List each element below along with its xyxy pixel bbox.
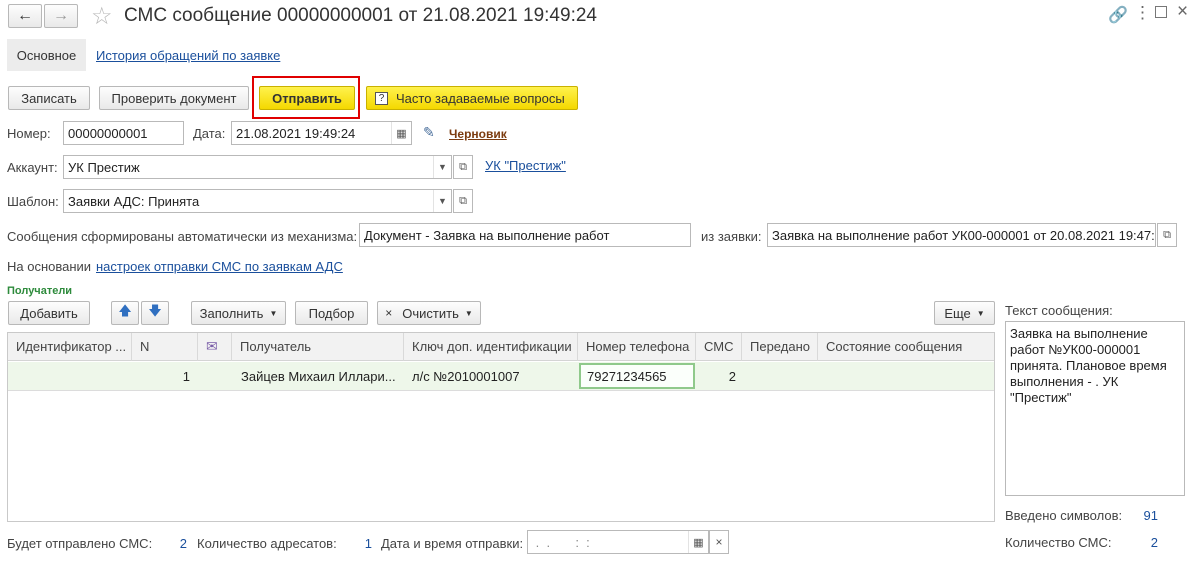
template-value: Заявки АДС: Принята: [68, 193, 200, 209]
check-document-button[interactable]: Проверить документ: [99, 86, 249, 110]
recipients-count-label: Количество адресатов:: [197, 536, 337, 551]
envelope-person-icon: ✉: [206, 338, 218, 354]
message-label: Текст сообщения:: [1005, 303, 1113, 318]
fill-button[interactable]: Заполнить ▼: [191, 301, 286, 325]
will-send-label: Будет отправлено СМС:: [7, 536, 153, 551]
chars-value: 91: [1143, 508, 1158, 523]
col-state[interactable]: Состояние сообщения: [818, 333, 994, 361]
send-datetime-field[interactable]: . . : : ▦: [527, 530, 709, 554]
auto-field: Документ - Заявка на выполнение работ: [359, 223, 691, 247]
row-key: л/с №2010001007: [412, 368, 520, 384]
chevron-down-icon[interactable]: ▼: [433, 156, 451, 178]
more-button[interactable]: Еще ▼: [934, 301, 995, 325]
row-sms: 2: [728, 368, 736, 384]
date-label: Дата:: [193, 126, 226, 141]
window-title: СМС сообщение 00000000001 от 21.08.2021 …: [124, 5, 597, 26]
col-n[interactable]: N: [132, 333, 198, 361]
account-open-button[interactable]: ⧉: [453, 155, 473, 179]
chevron-down-icon[interactable]: ▼: [433, 190, 451, 212]
row-n: 1: [182, 368, 190, 384]
more-menu-icon[interactable]: ⋮: [1134, 3, 1151, 23]
basis-link[interactable]: настроек отправки СМС по заявкам АДС: [96, 259, 343, 274]
arrow-left-icon: ←: [17, 7, 33, 24]
account-label: Аккаунт:: [7, 160, 58, 175]
basis-label: На основании: [7, 259, 92, 274]
open-form-icon: ⧉: [1163, 228, 1171, 241]
row-recipient: Зайцев Михаил Иллари...: [241, 368, 396, 384]
tab-main[interactable]: Основное: [7, 39, 86, 71]
col-sms[interactable]: СМС: [696, 333, 742, 361]
chevron-down-icon: ▼: [269, 308, 278, 318]
date-field[interactable]: 21.08.2021 19:49:24 ▦: [231, 121, 412, 145]
status-link[interactable]: Черновик: [449, 127, 507, 141]
date-value: 21.08.2021 19:49:24: [236, 125, 356, 141]
number-field[interactable]: 00000000001: [63, 121, 184, 145]
number-label: Номер:: [7, 126, 51, 141]
forward-button[interactable]: →: [44, 4, 78, 28]
auto-label: Сообщения сформированы автоматически из …: [7, 229, 358, 244]
send-datetime-label: Дата и время отправки:: [381, 536, 524, 551]
sms-count-value: 2: [1150, 535, 1158, 550]
will-send-value: 2: [179, 536, 187, 551]
chevron-down-icon: ▼: [464, 308, 473, 318]
move-down-button[interactable]: 🡇: [141, 301, 169, 325]
move-up-button[interactable]: 🡅: [111, 301, 139, 325]
recipients-title: Получатели: [7, 285, 73, 297]
faq-label: Часто задаваемые вопросы: [396, 90, 565, 106]
col-identifier[interactable]: Идентификатор ...: [8, 333, 132, 361]
from-request-field: Заявка на выполнение работ УК00-000001 о…: [767, 223, 1156, 247]
add-button[interactable]: Добавить: [8, 301, 90, 325]
chevron-down-icon: ▼: [976, 308, 985, 318]
template-field[interactable]: Заявки АДС: Принята ▼: [63, 189, 452, 213]
more-label: Еще: [944, 305, 971, 321]
col-icon[interactable]: ✉: [198, 333, 232, 361]
clear-button[interactable]: × Очистить ▼: [377, 301, 481, 325]
template-open-button[interactable]: ⧉: [453, 189, 473, 213]
col-recipient[interactable]: Получатель: [232, 333, 404, 361]
send-button[interactable]: Отправить: [259, 86, 355, 110]
clear-datetime-button[interactable]: ×: [709, 530, 729, 554]
link-icon[interactable]: 🔗: [1108, 5, 1128, 25]
close-icon[interactable]: ×: [1177, 1, 1188, 23]
recipients-count-value: 1: [364, 536, 372, 551]
favorite-star-icon[interactable]: ☆: [91, 2, 113, 31]
tab-history[interactable]: История обращений по заявке: [96, 48, 280, 63]
account-field[interactable]: УК Престиж ▼: [63, 155, 452, 179]
select-button[interactable]: Подбор: [295, 301, 368, 325]
chars-label: Введено символов:: [1005, 508, 1123, 523]
clear-x-icon: ×: [385, 306, 393, 320]
question-icon: ?: [375, 91, 388, 105]
close-icon: ×: [715, 535, 723, 549]
send-datetime-value: . . : :: [532, 534, 590, 550]
status-edit-icon: ✎: [423, 124, 435, 140]
maximize-icon[interactable]: [1155, 6, 1167, 18]
from-request-label: из заявки:: [701, 229, 762, 244]
calendar-icon[interactable]: ▦: [391, 122, 411, 144]
back-button[interactable]: ←: [8, 4, 42, 28]
arrow-down-icon: 🡇: [148, 303, 162, 318]
fill-label: Заполнить: [199, 305, 264, 321]
calendar-icon[interactable]: ▦: [688, 531, 708, 553]
arrow-up-icon: 🡅: [118, 303, 132, 318]
open-form-icon: ⧉: [459, 160, 467, 173]
template-label: Шаблон:: [7, 194, 59, 209]
request-open-button[interactable]: ⧉: [1157, 223, 1177, 247]
faq-button[interactable]: ? Часто задаваемые вопросы: [366, 86, 578, 110]
row-phone[interactable]: 79271234565: [579, 363, 695, 389]
account-value: УК Престиж: [68, 159, 140, 175]
save-button[interactable]: Записать: [8, 86, 90, 110]
open-form-icon: ⧉: [459, 194, 467, 207]
account-link[interactable]: УК "Престиж": [485, 158, 566, 173]
col-phone[interactable]: Номер телефона: [578, 333, 696, 361]
col-key[interactable]: Ключ доп. идентификации: [404, 333, 578, 361]
col-delivered[interactable]: Передано: [742, 333, 818, 361]
message-textarea[interactable]: Заявка на выполнение работ №УК00-000001 …: [1005, 321, 1185, 496]
arrow-right-icon: →: [53, 7, 69, 24]
clear-label: Очистить: [402, 305, 459, 321]
sms-count-label: Количество СМС:: [1005, 535, 1112, 550]
